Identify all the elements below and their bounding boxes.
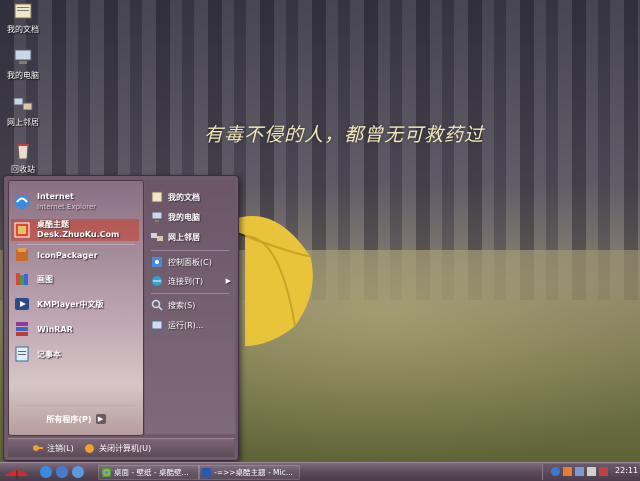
menu-item-title: Internet [37, 192, 74, 201]
places-network[interactable]: 网上邻居 [151, 228, 231, 246]
places-label: 运行(R)... [168, 320, 204, 330]
shutdown-button[interactable]: 关闭计算机(U) [84, 441, 151, 455]
wallpaper-quote: 有毒不侵的人，都曾无可救药过 [204, 124, 485, 146]
messenger-icon[interactable] [551, 467, 560, 476]
iconpackager-icon [16, 248, 28, 261]
internet-explorer-icon [15, 195, 29, 209]
menu-item-label: KMPlayer中文版 [37, 299, 104, 309]
menu-item-title: 桌酷主题 [37, 220, 69, 229]
notepad-icon [15, 346, 29, 362]
all-programs-label: 所有程序(P) [46, 414, 92, 424]
key-icon [33, 444, 43, 451]
menu-item-internet[interactable]: Internet Internet Explorer [13, 191, 96, 213]
all-programs-button[interactable]: 所有程序(P) ▶ [13, 409, 139, 429]
desktop-icon-my-computer[interactable]: 我的电脑 [2, 48, 44, 81]
antivirus-icon[interactable] [563, 467, 572, 476]
desktop-icon-my-documents[interactable]: 我的文档 [2, 2, 44, 35]
volume-icon[interactable] [587, 467, 596, 476]
word-icon [202, 468, 211, 477]
places-run[interactable]: 运行(R)... [151, 316, 231, 334]
places-label: 控制面板(C) [168, 257, 212, 267]
menu-item-label: IconPackager [37, 250, 98, 260]
network-places-icon [13, 97, 33, 111]
desktop-icon-label: 我的电脑 [7, 71, 39, 80]
places-control-panel[interactable]: 控制面板(C) [151, 253, 231, 271]
kmplayer-icon [15, 298, 29, 310]
recycle-bin-icon [17, 144, 29, 160]
menu-item-winrar[interactable]: WinRAR [13, 318, 73, 340]
taskbar-button-label: 桌面 - 壁纸 - 桌酷壁... [114, 468, 189, 477]
menu-item-notepad[interactable]: 记事本 [13, 343, 61, 365]
arrow-right-icon: ▶ [95, 414, 106, 424]
network-icon[interactable] [575, 467, 584, 476]
places-connect-to[interactable]: 连接到(T) ▶ [151, 272, 231, 290]
chrome-icon [102, 468, 111, 477]
desktop-icon-label: 我的文档 [7, 25, 39, 34]
shutdown-label: 关闭计算机(U) [99, 443, 152, 453]
taskbar-button-chrome[interactable]: 桌面 - 壁纸 - 桌酷壁... [98, 465, 200, 480]
places-search[interactable]: 搜索(S) [151, 296, 231, 314]
places-my-documents[interactable]: 我的文档 [151, 188, 231, 206]
menu-separator [17, 405, 135, 406]
logoff-label: 注销(L) [47, 443, 74, 453]
taskbar-button-word[interactable]: -=>>桌酷主题 - Mic... [198, 465, 300, 480]
menu-item-label: 画图 [37, 274, 53, 284]
menu-item-paint[interactable]: 画图 [13, 268, 53, 290]
control-panel-icon [152, 257, 162, 267]
menu-item-label: WinRAR [37, 324, 73, 334]
search-icon [151, 299, 163, 311]
my-documents-icon [14, 3, 32, 19]
chevron-right-icon: ▶ [225, 277, 231, 285]
start-menu: Internet Internet Explorer 桌酷主题 Desk.Zhu… [3, 175, 239, 461]
places-label: 我的文档 [168, 192, 200, 202]
menu-item-zhuoku-theme[interactable]: 桌酷主题 Desk.ZhuoKu.Com [11, 219, 139, 241]
places-label: 搜索(S) [168, 300, 196, 310]
paint-icon [16, 273, 28, 285]
my-documents-icon [151, 191, 163, 203]
desktop-icon-label: 回收站 [11, 165, 35, 174]
media-player-icon[interactable] [56, 466, 68, 478]
show-desktop-icon[interactable] [72, 466, 84, 478]
security-icon[interactable] [599, 467, 608, 476]
taskbar-button-label: -=>>桌酷主题 - Mic... [214, 468, 293, 477]
clock[interactable]: 22:11 [615, 466, 638, 475]
globe-icon [152, 276, 162, 286]
places-my-computer[interactable]: 我的电脑 [151, 208, 231, 226]
start-menu-programs-pane: Internet Internet Explorer 桌酷主题 Desk.Zhu… [8, 180, 144, 436]
start-menu-footer: 注销(L) 关闭计算机(U) [8, 438, 234, 457]
menu-item-subtitle: Internet Explorer [37, 203, 97, 211]
system-tray: 22:11 [542, 464, 639, 480]
my-computer-icon [14, 49, 32, 64]
taskbar: 桌面 - 壁纸 - 桌酷壁... -=>>桌酷主题 - Mic... 22:11 [0, 462, 640, 481]
desktop-icon-network-places[interactable]: 网上邻居 [2, 95, 44, 128]
power-icon [85, 443, 94, 453]
places-label: 连接到(T) [168, 276, 204, 286]
desktop-icon-label: 网上邻居 [7, 118, 39, 127]
internet-explorer-icon[interactable] [40, 466, 52, 478]
start-menu-places-pane: 我的文档 我的电脑 网上邻居 控制面板(C) 连接到(T) ▶ 搜索(S) 运行… [145, 180, 235, 434]
logoff-button[interactable]: 注销(L) [32, 441, 74, 455]
desktop-icon-recycle-bin[interactable]: 回收站 [2, 142, 44, 175]
menu-item-kmplayer[interactable]: KMPlayer中文版 [13, 293, 104, 315]
menu-item-label: 记事本 [37, 349, 61, 359]
menu-separator [151, 293, 229, 294]
start-button[interactable] [2, 464, 32, 480]
menu-separator [151, 250, 229, 251]
run-icon [151, 320, 163, 330]
menu-item-subtitle: Desk.ZhuoKu.Com [37, 230, 120, 239]
places-label: 网上邻居 [168, 232, 200, 242]
zhuoku-theme-icon [14, 222, 30, 238]
winrar-icon [16, 322, 28, 336]
network-places-icon [151, 233, 163, 241]
my-computer-icon [151, 211, 163, 222]
places-label: 我的电脑 [168, 212, 200, 222]
menu-item-iconpackager[interactable]: IconPackager [13, 244, 98, 266]
